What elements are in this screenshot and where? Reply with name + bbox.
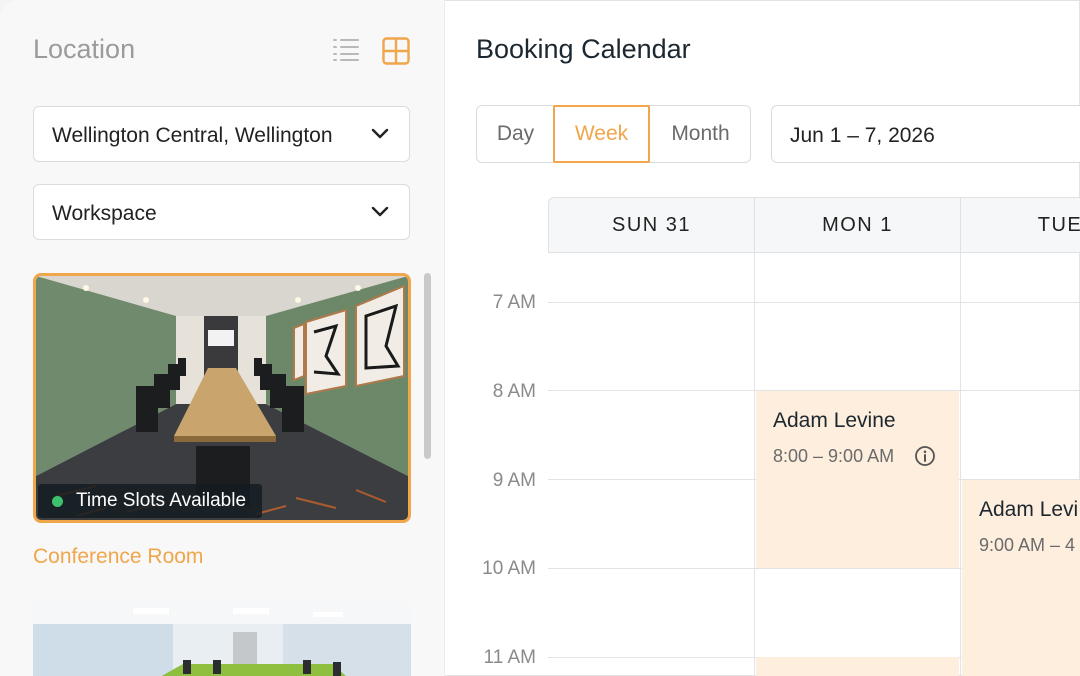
time-label: 8 AM (492, 381, 536, 402)
space-type-select[interactable]: Workspace (33, 184, 410, 240)
room-card-second[interactable] (33, 602, 411, 676)
column-header-tue: TUE (960, 197, 1080, 253)
tab-day[interactable]: Day (477, 105, 554, 163)
view-switcher: Day Week Month (476, 105, 751, 163)
event-name: Adam Levi (979, 498, 1079, 521)
event-name: Adam Levine (773, 409, 896, 432)
availability-badge: Time Slots Available (38, 484, 263, 518)
availability-text: Time Slots Available (76, 490, 247, 511)
tab-month[interactable]: Month (649, 105, 752, 163)
grid-view-icon[interactable] (382, 37, 410, 70)
time-label: 7 AM (492, 292, 536, 313)
time-label: 9 AM (492, 470, 536, 491)
second-room-photo (33, 602, 411, 676)
sidebar-title: Location (33, 34, 136, 64)
event-time: 8:00 – 9:00 AM (773, 446, 895, 466)
room-card-conference-room[interactable]: Time Slots Available (33, 273, 411, 523)
grid-column-divider (960, 253, 961, 676)
booking-event[interactable]: Adam Levi 9:00 AM – 4 (962, 480, 1080, 676)
location-select[interactable]: Wellington Central, Wellington (33, 106, 410, 162)
column-header-mon: MON 1 (754, 197, 961, 253)
location-sidebar: Location Wellington Central, Wellington (0, 0, 445, 676)
time-label: 11 AM (483, 647, 536, 668)
app-window: Location Wellington Central, Wellington (0, 0, 1080, 676)
chevron-down-icon (371, 127, 389, 145)
time-label: 10 AM (482, 558, 536, 579)
room-name-label[interactable]: Conference Room (33, 545, 203, 569)
list-view-icon[interactable] (331, 37, 361, 68)
location-select-value: Wellington Central, Wellington (52, 124, 333, 147)
tab-week[interactable]: Week (553, 105, 650, 163)
grid-line (548, 302, 1080, 303)
available-dot-icon (52, 495, 63, 507)
space-type-select-value: Workspace (52, 202, 157, 225)
date-range-picker[interactable]: Jun 1 – 7, 2026 (771, 105, 1080, 163)
chevron-down-icon (371, 205, 389, 223)
page-title: Booking Calendar (476, 34, 691, 64)
info-icon[interactable] (914, 445, 936, 472)
booking-event[interactable]: Adam Levine 8:00 – 9:00 AM (756, 391, 959, 568)
booking-event[interactable] (756, 657, 959, 676)
date-range-value: Jun 1 – 7, 2026 (790, 124, 935, 147)
sidebar-scrollbar[interactable] (424, 273, 431, 459)
grid-column-divider (754, 253, 755, 676)
column-header-sun: SUN 31 (548, 197, 755, 253)
event-time: 9:00 AM – 4 (979, 535, 1076, 555)
